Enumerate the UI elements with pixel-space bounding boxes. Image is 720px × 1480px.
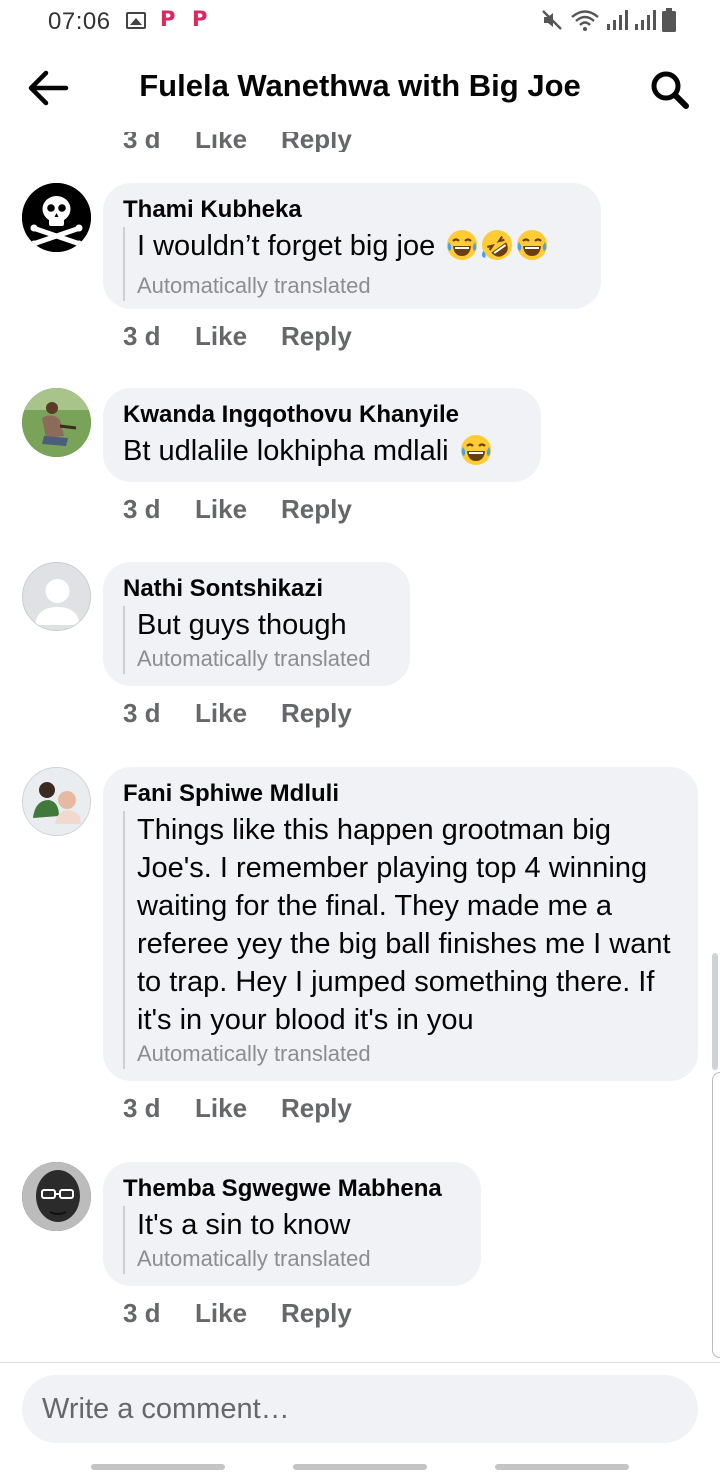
- comment-bubble[interactable]: Fani Sphiwe Mdluli Things like this happ…: [103, 767, 698, 1081]
- p-app-icon: P: [160, 7, 176, 31]
- reply-button[interactable]: Reply: [281, 698, 352, 729]
- comment-body: Things like this happen grootman big Joe…: [137, 814, 671, 1036]
- image-icon: [126, 12, 146, 29]
- comment-body-wrap: Things like this happen grootman big Joe…: [123, 811, 678, 1069]
- comment-bubble[interactable]: Kwanda Ingqothovu Khanyile Bt udlalile l…: [103, 388, 541, 482]
- avatar[interactable]: [22, 562, 91, 631]
- status-time: 07:06: [48, 8, 111, 35]
- comment-body-wrap: But guys though Automatically translated: [123, 606, 390, 674]
- system-nav-bar: [0, 1454, 720, 1480]
- comment-author[interactable]: Themba Sgwegwe Mabhena: [123, 1174, 461, 1204]
- battery-icon: [662, 8, 676, 32]
- app-header: Fulela Wanethwa with Big Joe: [0, 44, 720, 132]
- comment-actions: 3 d Like Reply: [123, 1093, 352, 1124]
- wifi-icon: [571, 10, 599, 31]
- comment-author[interactable]: Thami Kubheka: [123, 195, 581, 225]
- comment-actions: 3 d Like Reply: [123, 1298, 352, 1329]
- comment-actions: 3 d Like Reply: [123, 494, 352, 525]
- like-button[interactable]: Like: [195, 494, 281, 525]
- like-button[interactable]: Like: [195, 1298, 281, 1329]
- like-button[interactable]: Like: [195, 698, 281, 729]
- avatar[interactable]: [22, 183, 91, 252]
- comment-actions: 3 d Like Reply: [123, 698, 352, 729]
- nav-home-button[interactable]: [293, 1464, 427, 1470]
- auto-translated-label[interactable]: Automatically translated: [137, 1039, 678, 1069]
- nav-recents-button[interactable]: [91, 1464, 225, 1470]
- comment-author[interactable]: Kwanda Ingqothovu Khanyile: [123, 400, 521, 430]
- skull-crossbones-icon: [22, 183, 91, 252]
- comment-time: 3 d: [123, 494, 161, 524]
- comment-composer: Write a comment…: [0, 1362, 720, 1454]
- auto-translated-label[interactable]: Automatically translated: [137, 644, 390, 674]
- comment-bubble[interactable]: Themba Sgwegwe Mabhena It's a sin to kno…: [103, 1162, 481, 1286]
- person-photo-icon: [23, 768, 90, 835]
- comment-input[interactable]: Write a comment…: [22, 1375, 698, 1443]
- default-avatar-icon: [23, 563, 90, 630]
- auto-translated-label[interactable]: Automatically translated: [137, 271, 581, 301]
- comment-bubble[interactable]: Nathi Sontshikazi But guys though Automa…: [103, 562, 410, 686]
- person-photo-icon: [22, 1162, 91, 1231]
- status-icons: [540, 8, 676, 32]
- status-bar: 07:06 P P: [0, 0, 720, 44]
- comment-body-wrap: It's a sin to know Automatically transla…: [123, 1206, 461, 1274]
- comment-author[interactable]: Nathi Sontshikazi: [123, 574, 390, 604]
- p-app-icon: P: [192, 7, 208, 31]
- comment-text: Bt udlalile lokhipha mdlali: [123, 435, 449, 467]
- comment-text: I wouldn’t forget big joe: [137, 230, 436, 262]
- reply-button[interactable]: Reply: [281, 321, 352, 352]
- face-with-tears-of-joy-icon: [446, 229, 478, 271]
- nav-back-button[interactable]: [495, 1464, 629, 1470]
- comment-time: 3 d: [123, 1093, 161, 1123]
- comment-body: But guys though: [137, 609, 347, 641]
- comment-body: It's a sin to know: [137, 1209, 351, 1241]
- comment-body: I wouldn’t forget big joe: [137, 227, 581, 271]
- comment-bubble[interactable]: Thami Kubheka I wouldn’t forget big joe …: [103, 183, 601, 309]
- comment-time: 3 d: [123, 698, 161, 728]
- auto-translated-label[interactable]: Automatically translated: [137, 1244, 461, 1274]
- reply-button[interactable]: Reply: [281, 1298, 352, 1329]
- comment-body: Bt udlalile lokhipha mdlali: [123, 432, 521, 476]
- comment-author[interactable]: Fani Sphiwe Mdluli: [123, 779, 678, 809]
- scrollbar-thumb[interactable]: [712, 953, 718, 1070]
- edge-panel-handle[interactable]: [712, 1072, 720, 1358]
- like-button[interactable]: Like: [195, 1093, 281, 1124]
- reply-button[interactable]: Reply: [281, 494, 352, 525]
- signal-icon: [607, 10, 628, 30]
- like-button[interactable]: Like: [195, 321, 281, 352]
- avatar[interactable]: [22, 388, 91, 457]
- search-button[interactable]: [648, 68, 692, 112]
- comment-time: 3 d: [123, 1298, 161, 1328]
- comment-actions: 3 d Like Reply: [123, 321, 352, 352]
- rolling-on-floor-laughing-icon: [481, 229, 513, 271]
- search-icon: [651, 71, 689, 109]
- person-photo-icon: [22, 388, 91, 457]
- avatar[interactable]: [22, 1162, 91, 1231]
- face-with-tears-of-joy-icon: [516, 229, 548, 271]
- reply-button[interactable]: Reply: [281, 1093, 352, 1124]
- comment-body-wrap: I wouldn’t forget big joe Automatically …: [123, 227, 581, 301]
- face-with-tears-of-joy-icon: [460, 434, 492, 476]
- mute-icon: [542, 10, 562, 30]
- comment-time: 3 d: [123, 321, 161, 351]
- page-title: Fulela Wanethwa with Big Joe: [139, 68, 581, 103]
- avatar[interactable]: [22, 767, 91, 836]
- signal-icon: [635, 10, 656, 30]
